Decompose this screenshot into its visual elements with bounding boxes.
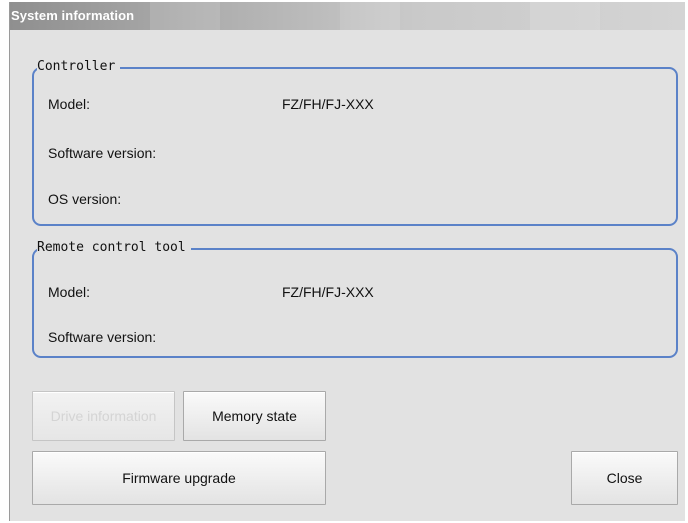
remote-tool-model-label: Model: [48,284,91,300]
system-information-window: System information Controller Model: FZ/… [9,2,685,521]
controller-software-version-label: Software version: [48,145,157,161]
controller-model-label: Model: [48,96,91,112]
title-bar-decoration [530,2,600,30]
close-button[interactable]: Close [571,451,678,505]
controller-model-value: FZ/FH/FJ-XXX [282,96,374,112]
title-bar-decoration [150,2,220,30]
window-title: System information [11,8,135,23]
title-bar-decoration [340,2,400,30]
controller-group-label: Controller [37,58,121,76]
controller-os-version-label: OS version: [48,191,122,207]
firmware-upgrade-button[interactable]: Firmware upgrade [32,451,326,505]
memory-state-button[interactable]: Memory state [183,391,326,441]
drive-information-button[interactable]: Drive information [32,391,175,441]
remote-tool-model-value: FZ/FH/FJ-XXX [282,284,374,300]
remote-control-tool-group-label: Remote control tool [37,239,191,257]
remote-tool-software-version-label: Software version: [48,329,157,345]
title-bar[interactable]: System information [10,2,685,30]
